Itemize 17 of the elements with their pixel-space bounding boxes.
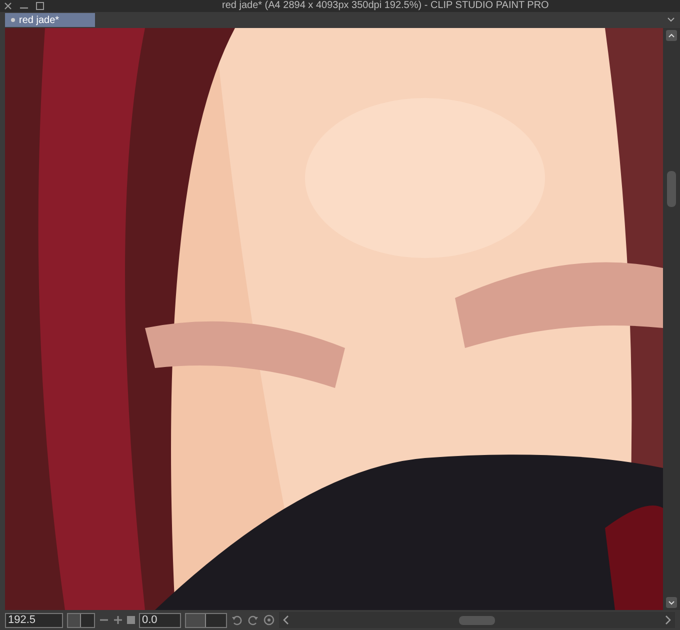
- vertical-scrollbar[interactable]: [663, 28, 680, 610]
- window-title: red jade* (A4 2894 x 4093px 350dpi 192.5%) - CLIP STUDIO PAINT PRO: [222, 0, 549, 12]
- maximize-icon[interactable]: [36, 2, 44, 10]
- rotate-right-icon[interactable]: [247, 614, 259, 626]
- zoom-slider[interactable]: [67, 612, 95, 628]
- rotation-field[interactable]: 0.0: [139, 612, 181, 628]
- chevron-down-icon[interactable]: [666, 16, 676, 24]
- document-tab[interactable]: red jade*: [5, 13, 95, 27]
- rotation-slider[interactable]: [185, 612, 227, 628]
- close-icon[interactable]: [4, 2, 12, 10]
- plus-icon[interactable]: [113, 615, 123, 625]
- rotate-left-icon[interactable]: [231, 614, 243, 626]
- horizontal-scrollbar[interactable]: [279, 612, 675, 628]
- zoom-field[interactable]: 192.5: [5, 612, 63, 628]
- reset-rotation-icon[interactable]: [263, 614, 275, 626]
- scroll-thumb[interactable]: [667, 171, 676, 207]
- scroll-thumb[interactable]: [459, 616, 495, 624]
